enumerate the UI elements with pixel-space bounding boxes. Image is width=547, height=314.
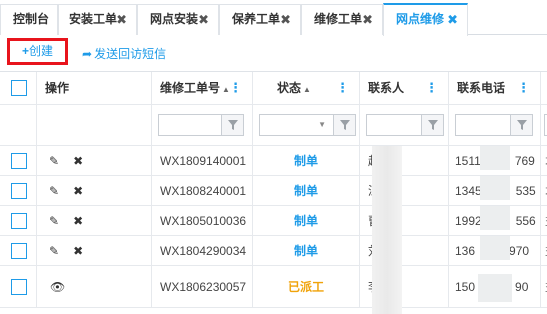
column-menu-icon[interactable]: ⋮ — [517, 72, 530, 104]
share-icon: ➦ — [82, 47, 93, 61]
filter-row: ▼ — [0, 105, 547, 146]
tab-branch-install[interactable]: 网点安装 ✖ — [137, 4, 219, 35]
row-checkbox[interactable] — [11, 183, 27, 199]
tab-install-orders[interactable]: 安装工单 ✖ — [58, 4, 137, 35]
select-all-checkbox[interactable] — [11, 80, 27, 96]
privacy-mask — [478, 274, 512, 302]
order-no[interactable]: WX1809140001 — [160, 146, 246, 176]
filter-icon[interactable] — [422, 114, 444, 136]
header-status-cell[interactable]: 状态 ▲ ⋮ — [253, 72, 360, 104]
row-checkbox[interactable] — [11, 213, 27, 229]
tab-dashboard[interactable]: 控制台 — [0, 4, 58, 35]
close-icon[interactable]: ✖ — [116, 5, 127, 34]
privacy-mask — [372, 146, 402, 314]
close-icon[interactable]: ✖ — [362, 5, 373, 34]
status-badge: 制单 — [293, 154, 318, 168]
filter-icon[interactable] — [222, 114, 244, 136]
order-no[interactable]: WX1806230057 — [160, 266, 246, 308]
edit-icon[interactable]: ✎ — [49, 244, 59, 258]
tab-label: 安装工单 — [69, 12, 118, 26]
create-label: 创建 — [29, 44, 54, 58]
table-row[interactable]: ✎✖ WX1808240001 制单 深 1345535 才 — [0, 176, 547, 206]
tab-label: 保养工单 — [232, 12, 281, 26]
header-order-no: 维修工单号 ▲ — [160, 81, 230, 95]
tab-branch-repair[interactable]: 网点维修 ✖ — [383, 3, 468, 36]
row-checkbox[interactable] — [11, 279, 27, 295]
header-contact: 联系人 — [368, 81, 405, 95]
status-filter-select[interactable]: ▼ — [259, 114, 334, 136]
chevron-down-icon: ▼ — [318, 120, 326, 129]
tab-bar: 控制台 安装工单 ✖ 网点安装 ✖ 保养工单 ✖ 维修工单 ✖ 网点维修 ✖ — [0, 0, 547, 36]
delete-icon[interactable]: ✖ — [73, 244, 83, 258]
table-row[interactable]: ✎✖ WX1805010036 制单 曹 1992556 益 — [0, 206, 547, 236]
header-phone: 联系电话 — [457, 81, 506, 95]
row-checkbox[interactable] — [11, 153, 27, 169]
edit-icon[interactable]: ✎ — [49, 184, 59, 198]
header-row: 操作 维修工单号▲ ⋮ 状态▲ ⋮ 联系人 ⋮ 联系电话 ⋮ ⋮ — [0, 72, 547, 105]
close-icon[interactable]: ✖ — [280, 5, 291, 34]
sort-asc-icon: ▲ — [303, 85, 311, 94]
close-icon[interactable]: ✖ — [198, 5, 209, 34]
toolbar: +创建 ➦ 发送回访短信 — [0, 36, 547, 69]
edit-icon[interactable]: ✎ — [49, 214, 59, 228]
order-no[interactable]: WX1804290034 — [160, 236, 246, 266]
tab-label: 网点维修 — [396, 12, 445, 26]
contact-filter-input[interactable] — [366, 114, 422, 136]
tab-label: 控制台 — [13, 12, 50, 26]
header-contact-cell[interactable]: 联系人 ⋮ — [360, 72, 449, 104]
column-menu-icon[interactable]: ⋮ — [336, 72, 349, 104]
header-status: 状态 ▲ — [277, 81, 311, 95]
table-row[interactable]: ✎✖ WX1809140001 制单 赵 1511769 才 — [0, 146, 547, 176]
header-order-no-cell[interactable]: 维修工单号 ▲ ⋮ — [152, 72, 253, 104]
row-checkbox[interactable] — [11, 243, 27, 259]
order-no-filter-input[interactable] — [158, 114, 222, 136]
privacy-mask — [480, 176, 510, 200]
tab-label: 维修工单 — [314, 12, 363, 26]
close-icon[interactable]: ✖ — [447, 5, 458, 34]
column-menu-icon[interactable]: ⋮ — [425, 72, 438, 104]
send-sms-label: 发送回访短信 — [94, 47, 167, 61]
edit-icon[interactable]: ✎ — [49, 154, 59, 168]
phone-filter-input[interactable] — [455, 114, 511, 136]
filter-icon[interactable] — [334, 114, 356, 136]
send-sms-button[interactable]: ➦ 发送回访短信 — [82, 45, 166, 62]
delete-icon[interactable]: ✖ — [73, 184, 83, 198]
status-badge: 已派工 — [287, 280, 324, 294]
status-badge: 制单 — [293, 214, 318, 228]
privacy-mask — [480, 236, 510, 260]
order-no[interactable]: WX1808240001 — [160, 176, 246, 206]
data-grid: 操作 维修工单号▲ ⋮ 状态▲ ⋮ 联系人 ⋮ 联系电话 ⋮ ⋮ ▼ — [0, 71, 547, 308]
privacy-mask — [480, 146, 510, 170]
tab-repair-orders[interactable]: 维修工单 ✖ — [301, 4, 383, 35]
delete-icon[interactable]: ✖ — [73, 154, 83, 168]
header-operation: 操作 — [45, 81, 70, 95]
column-menu-icon[interactable]: ⋮ — [229, 72, 242, 104]
order-no[interactable]: WX1805010036 — [160, 206, 246, 236]
privacy-mask — [480, 206, 510, 230]
view-icon[interactable]: 👁 — [50, 266, 65, 308]
create-button[interactable]: +创建 — [7, 38, 68, 65]
table-row[interactable]: ✎✖ WX1804290034 制单 刘 136970 益 — [0, 236, 547, 266]
status-badge: 制单 — [293, 184, 318, 198]
tab-maintenance-orders[interactable]: 保养工单 ✖ — [219, 4, 301, 35]
header-phone-cell[interactable]: 联系电话 ⋮ — [449, 72, 541, 104]
status-badge: 制单 — [293, 244, 318, 258]
plus-icon: + — [21, 44, 29, 58]
filter-icon[interactable] — [511, 114, 533, 136]
tab-label: 网点安装 — [150, 12, 199, 26]
delete-icon[interactable]: ✖ — [73, 214, 83, 228]
table-row[interactable]: 👁 WX1806230057 已派工 李 15090 益 — [0, 266, 547, 308]
